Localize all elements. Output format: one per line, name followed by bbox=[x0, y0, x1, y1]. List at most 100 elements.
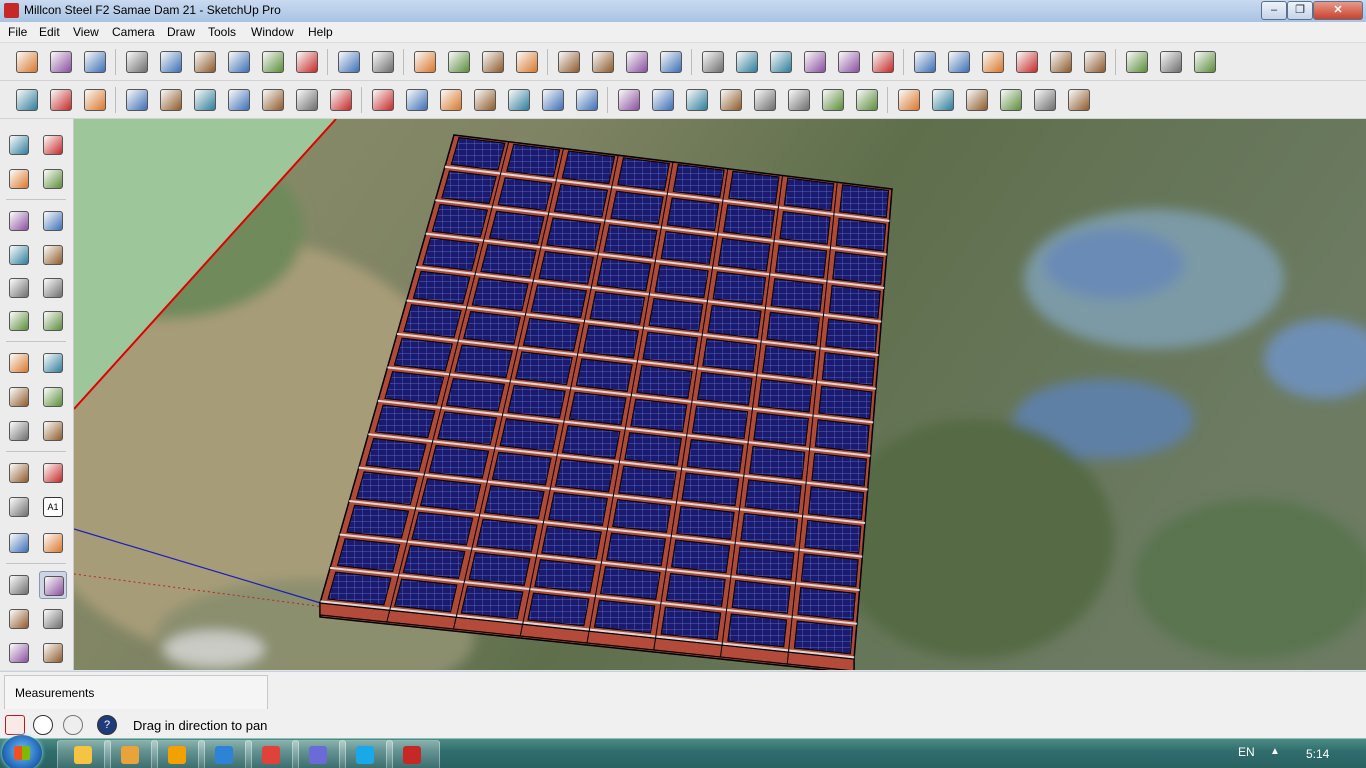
solar-panel[interactable] bbox=[575, 358, 633, 392]
solar-panel[interactable] bbox=[327, 571, 392, 606]
show-hidden-icons-icon[interactable]: ▲ bbox=[1270, 746, 1280, 757]
push-pull-icon[interactable] bbox=[39, 349, 65, 375]
paint-bucket-icon[interactable] bbox=[5, 165, 31, 191]
media-player-icon[interactable] bbox=[104, 740, 158, 768]
toggle-terrain-icon[interactable] bbox=[444, 47, 472, 75]
freehand-icon[interactable] bbox=[716, 85, 744, 113]
back-edges-icon[interactable] bbox=[732, 47, 760, 75]
protractor-icon[interactable] bbox=[5, 493, 31, 519]
solar-panel[interactable] bbox=[491, 451, 552, 486]
solar-panel[interactable] bbox=[450, 136, 506, 171]
solar-panel[interactable] bbox=[735, 546, 795, 581]
solar-panel[interactable] bbox=[728, 170, 780, 205]
circle-icon[interactable] bbox=[682, 85, 710, 113]
solar-panel[interactable] bbox=[766, 311, 820, 346]
solar-panel[interactable] bbox=[727, 613, 788, 648]
polygon-icon[interactable] bbox=[5, 274, 31, 300]
solar-panel[interactable] bbox=[499, 418, 559, 453]
open-file-icon[interactable] bbox=[46, 47, 74, 75]
solar-panel[interactable] bbox=[648, 298, 704, 332]
solar-panel[interactable] bbox=[666, 197, 720, 232]
solar-panel[interactable] bbox=[740, 512, 799, 547]
zoom-icon[interactable] bbox=[5, 605, 31, 631]
left-view-icon[interactable] bbox=[1080, 47, 1108, 75]
solar-panel[interactable] bbox=[394, 578, 458, 613]
section-plane-icon[interactable] bbox=[1122, 47, 1150, 75]
3d-text-icon[interactable] bbox=[39, 529, 65, 555]
solar-panel[interactable] bbox=[468, 552, 531, 586]
arc-icon[interactable] bbox=[39, 274, 65, 300]
solar-panel[interactable] bbox=[541, 525, 602, 560]
solar-panel[interactable] bbox=[480, 244, 537, 278]
zoom-extents-icon[interactable] bbox=[5, 639, 31, 665]
push-pull-icon[interactable] bbox=[928, 85, 956, 113]
offset-icon[interactable] bbox=[1064, 85, 1092, 113]
print-icon[interactable] bbox=[334, 47, 362, 75]
circle-icon[interactable] bbox=[5, 241, 31, 267]
model-info-icon[interactable] bbox=[368, 47, 396, 75]
solar-panel[interactable] bbox=[412, 270, 471, 305]
start-button[interactable] bbox=[2, 735, 42, 768]
share-model-icon[interactable] bbox=[588, 47, 616, 75]
move-icon[interactable] bbox=[5, 349, 31, 375]
solar-panel[interactable] bbox=[553, 183, 609, 218]
solar-panel[interactable] bbox=[825, 318, 879, 353]
solar-panel[interactable] bbox=[797, 586, 856, 621]
wireframe-icon[interactable] bbox=[766, 47, 794, 75]
user-account-icon[interactable] bbox=[63, 715, 83, 735]
freehand-icon[interactable] bbox=[39, 241, 65, 267]
extension-warehouse-icon[interactable] bbox=[656, 47, 684, 75]
solar-panel[interactable] bbox=[636, 365, 693, 399]
menu-window[interactable]: Window bbox=[251, 25, 294, 39]
select-hand-icon[interactable] bbox=[12, 85, 40, 113]
rectangle-icon[interactable] bbox=[5, 207, 31, 233]
solar-panel[interactable] bbox=[612, 499, 672, 533]
hidden-line-icon[interactable] bbox=[800, 47, 828, 75]
axes-icon[interactable] bbox=[5, 529, 31, 555]
outlook-icon[interactable] bbox=[151, 740, 205, 768]
solar-panel[interactable] bbox=[835, 217, 887, 252]
paint-bucket-icon[interactable] bbox=[80, 85, 108, 113]
solar-panel[interactable] bbox=[431, 203, 489, 238]
orbit-icon[interactable] bbox=[5, 571, 31, 597]
solar-panel[interactable] bbox=[717, 237, 771, 272]
section-box-icon[interactable] bbox=[156, 85, 184, 113]
solar-panel[interactable] bbox=[753, 412, 809, 447]
solar-panel[interactable] bbox=[384, 371, 445, 405]
solar-panel[interactable] bbox=[589, 291, 646, 325]
scale-icon[interactable] bbox=[5, 417, 31, 443]
solar-panel[interactable] bbox=[346, 504, 410, 539]
right-view-icon[interactable] bbox=[1012, 47, 1040, 75]
model-viewport[interactable] bbox=[74, 119, 1366, 670]
scale-icon[interactable] bbox=[1030, 85, 1058, 113]
solar-panel[interactable] bbox=[530, 284, 587, 319]
sketchup-icon[interactable] bbox=[386, 740, 440, 768]
solar-panel[interactable] bbox=[800, 553, 859, 588]
photo-textures-icon[interactable] bbox=[478, 47, 506, 75]
solar-panel[interactable] bbox=[437, 411, 498, 446]
solar-panel[interactable] bbox=[506, 143, 561, 178]
solar-panel[interactable] bbox=[483, 485, 545, 519]
solar-panel[interactable] bbox=[454, 344, 513, 379]
file-explorer-icon[interactable] bbox=[57, 740, 111, 768]
solar-panel[interactable] bbox=[630, 398, 688, 433]
solar-panel[interactable] bbox=[670, 539, 731, 574]
solar-panel[interactable] bbox=[811, 452, 867, 487]
pie-icon[interactable] bbox=[5, 307, 31, 333]
solar-panel[interactable] bbox=[355, 471, 418, 506]
solar-panel[interactable] bbox=[654, 264, 709, 299]
new-file-icon[interactable] bbox=[12, 47, 40, 75]
solar-panel[interactable] bbox=[624, 432, 683, 466]
arc-icon[interactable] bbox=[784, 85, 812, 113]
undo-icon[interactable] bbox=[258, 47, 286, 75]
solar-panel[interactable] bbox=[365, 437, 427, 472]
flip-edge-icon[interactable] bbox=[572, 85, 600, 113]
solar-panel[interactable] bbox=[419, 478, 482, 513]
solar-panel[interactable] bbox=[839, 184, 890, 219]
solar-panel[interactable] bbox=[807, 486, 865, 521]
offset-icon[interactable] bbox=[39, 417, 65, 443]
solar-panel[interactable] bbox=[665, 572, 726, 607]
solar-panel[interactable] bbox=[702, 338, 758, 373]
solar-panel[interactable] bbox=[403, 304, 462, 338]
solar-panel[interactable] bbox=[561, 150, 616, 185]
